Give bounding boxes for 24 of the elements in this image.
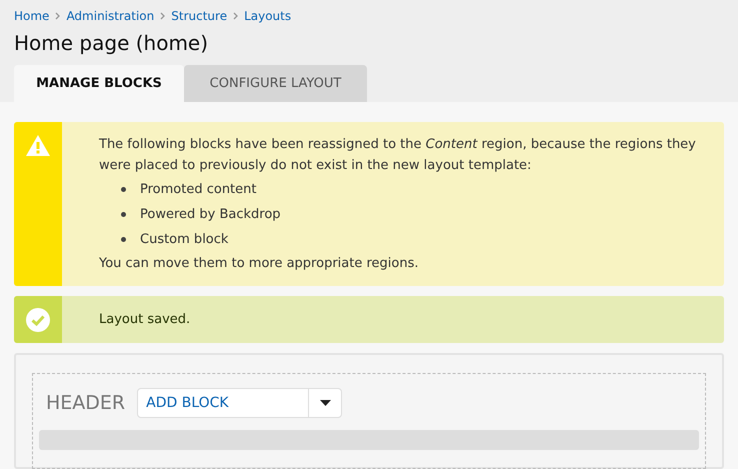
message-text: The following blocks have been reassigned to the Content region, because the regions they were placed to previously do not exist in the new layout template: — [99, 136, 697, 175]
breadcrumb-link[interactable]: Structure — [171, 9, 228, 23]
caret-icon — [320, 400, 331, 406]
tab[interactable]: MANAGE BLOCKS — [14, 65, 184, 102]
tab[interactable]: CONFIGURE LAYOUT — [184, 65, 367, 102]
add-block-button[interactable]: ADD BLOCK — [138, 389, 308, 417]
chevron-icon — [160, 12, 166, 20]
list-item: Custom block — [140, 231, 228, 249]
bullet-icon — [121, 212, 126, 217]
page-title: Home page (home) — [14, 31, 210, 55]
chevron-icon — [55, 12, 60, 20]
list-item: Promoted content — [140, 181, 256, 199]
bullet-icon — [121, 237, 126, 242]
message-text: You can move them to more appropriate regions. — [99, 255, 420, 273]
check-icon — [26, 308, 50, 332]
bullet-icon — [121, 187, 126, 192]
breadcrumb-link[interactable]: Administration — [66, 9, 154, 23]
list-item: Powered by Backdrop — [140, 206, 281, 224]
warning-icon — [25, 134, 51, 157]
chevron-icon — [233, 12, 238, 20]
message-text: Layout saved. — [98, 311, 192, 329]
region-title: HEADER — [46, 392, 126, 414]
breadcrumb-link[interactable]: Home — [14, 9, 50, 23]
breadcrumb-link[interactable]: Layouts — [244, 9, 292, 23]
